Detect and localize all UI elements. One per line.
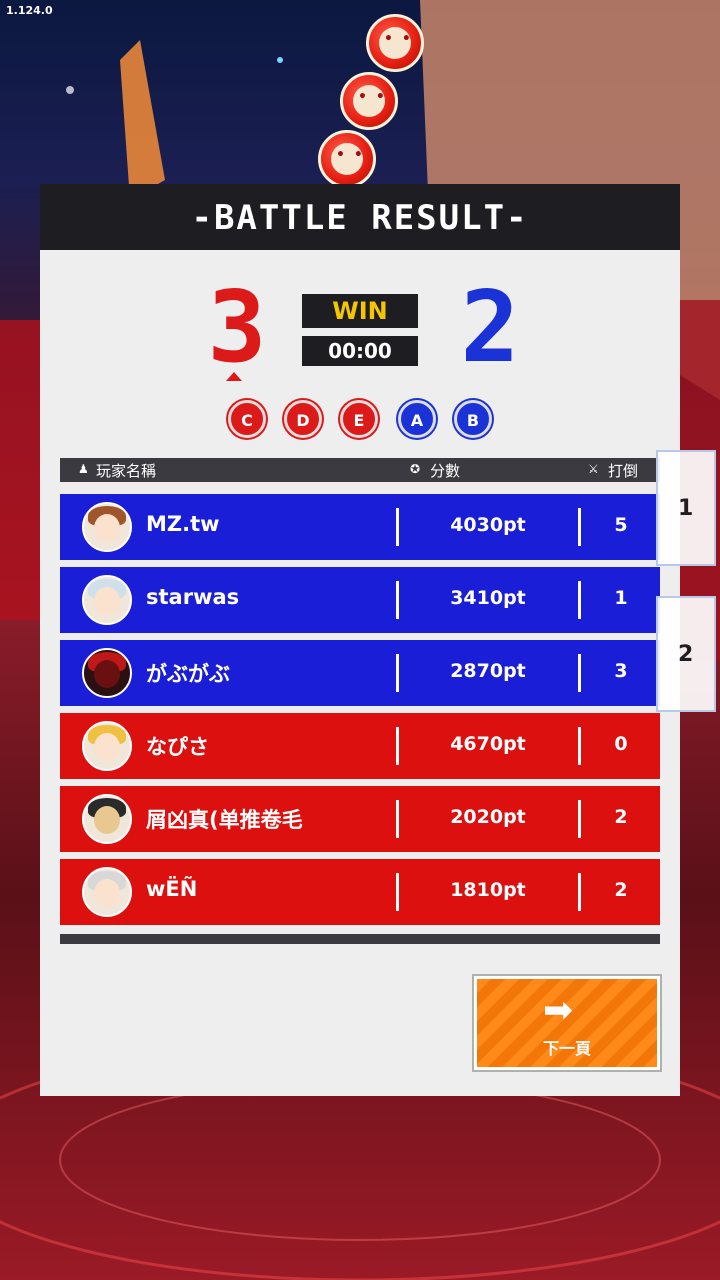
divider: [396, 581, 399, 619]
rank-badge: A: [398, 400, 436, 438]
footer-bar: [60, 934, 660, 944]
rank-badge: E: [340, 400, 378, 438]
divider: [396, 873, 399, 911]
rank-badges: C D E A B: [226, 400, 496, 442]
player-score: 4030pt: [450, 514, 526, 536]
player-score: 4670pt: [450, 733, 526, 755]
column-header: ♟ 玩家名稱 ✪ 分數 ⚔ 打倒: [60, 458, 660, 482]
player-kills: 5: [614, 514, 628, 536]
next-page-button[interactable]: ➡ 下一頁: [472, 974, 662, 1072]
player-name: がぶがぶ: [146, 662, 230, 686]
team-tab-2[interactable]: 2: [656, 596, 716, 712]
divider: [396, 800, 399, 838]
player-score: 2020pt: [450, 806, 526, 828]
divider: [578, 727, 581, 765]
rank-badge: D: [284, 400, 322, 438]
divider: [578, 800, 581, 838]
arrow-right-icon: ➡: [543, 990, 574, 1031]
player-score: 1810pt: [450, 879, 526, 901]
divider: [396, 727, 399, 765]
player-row[interactable]: starwas 3410pt 1: [60, 567, 660, 633]
column-player: 玩家名稱: [96, 462, 157, 480]
daruma-drum-icon: [318, 130, 376, 188]
daruma-drum-icon: [366, 14, 424, 72]
player-name: なぴさ: [146, 735, 209, 759]
player-row[interactable]: wËÑ 1810pt 2: [60, 859, 660, 925]
player-kills: 2: [614, 806, 628, 828]
battle-result-panel: -BATTLE RESULT- 3 WIN 00:00 2 C D E A B …: [40, 184, 680, 1096]
daruma-drum-icon: [340, 72, 398, 130]
avatar: [82, 721, 132, 771]
team-tab-label: 2: [678, 642, 694, 667]
page-title: -BATTLE RESULT-: [191, 198, 529, 238]
player-score: 2870pt: [450, 660, 526, 682]
avatar: [82, 502, 132, 552]
column-kills: 打倒: [608, 462, 639, 480]
avatar: [82, 575, 132, 625]
divider: [578, 873, 581, 911]
divider: [396, 508, 399, 546]
version-label: 1.124.0: [6, 4, 53, 17]
match-result-badge: WIN: [302, 294, 418, 328]
player-row[interactable]: なぴさ 4670pt 0: [60, 713, 660, 779]
panel-header: -BATTLE RESULT-: [40, 184, 680, 250]
divider: [396, 654, 399, 692]
player-score: 3410pt: [450, 587, 526, 609]
team-tab-label: 1: [678, 496, 694, 521]
player-kills: 0: [614, 733, 628, 755]
match-time: 00:00: [302, 334, 418, 366]
own-team-marker-icon: [226, 372, 242, 381]
red-team-score: 3: [207, 271, 267, 385]
divider: [578, 581, 581, 619]
next-page-label: 下一頁: [542, 1039, 591, 1058]
player-name: wËÑ: [146, 877, 198, 901]
rank-badge: B: [454, 400, 492, 438]
team-tab-1[interactable]: 1: [656, 450, 716, 566]
player-icon: ♟: [78, 462, 89, 476]
player-name: MZ.tw: [146, 512, 220, 536]
player-kills: 3: [614, 660, 628, 682]
avatar: [82, 794, 132, 844]
blue-team-score: 2: [460, 271, 520, 385]
kills-icon: ⚔: [588, 462, 599, 476]
score-icon: ✪: [410, 462, 421, 476]
player-name: 屑凶真(单推卷毛: [146, 808, 303, 832]
player-row[interactable]: がぶがぶ 2870pt 3: [60, 640, 660, 706]
player-row[interactable]: MZ.tw 4030pt 5: [60, 494, 660, 560]
divider: [578, 654, 581, 692]
column-score: 分數: [430, 462, 461, 480]
player-kills: 1: [614, 587, 628, 609]
avatar: [82, 648, 132, 698]
divider: [578, 508, 581, 546]
player-row[interactable]: 屑凶真(单推卷毛 2020pt 2: [60, 786, 660, 852]
rank-badge: C: [228, 400, 266, 438]
player-name: starwas: [146, 585, 240, 609]
player-kills: 2: [614, 879, 628, 901]
avatar: [82, 867, 132, 917]
